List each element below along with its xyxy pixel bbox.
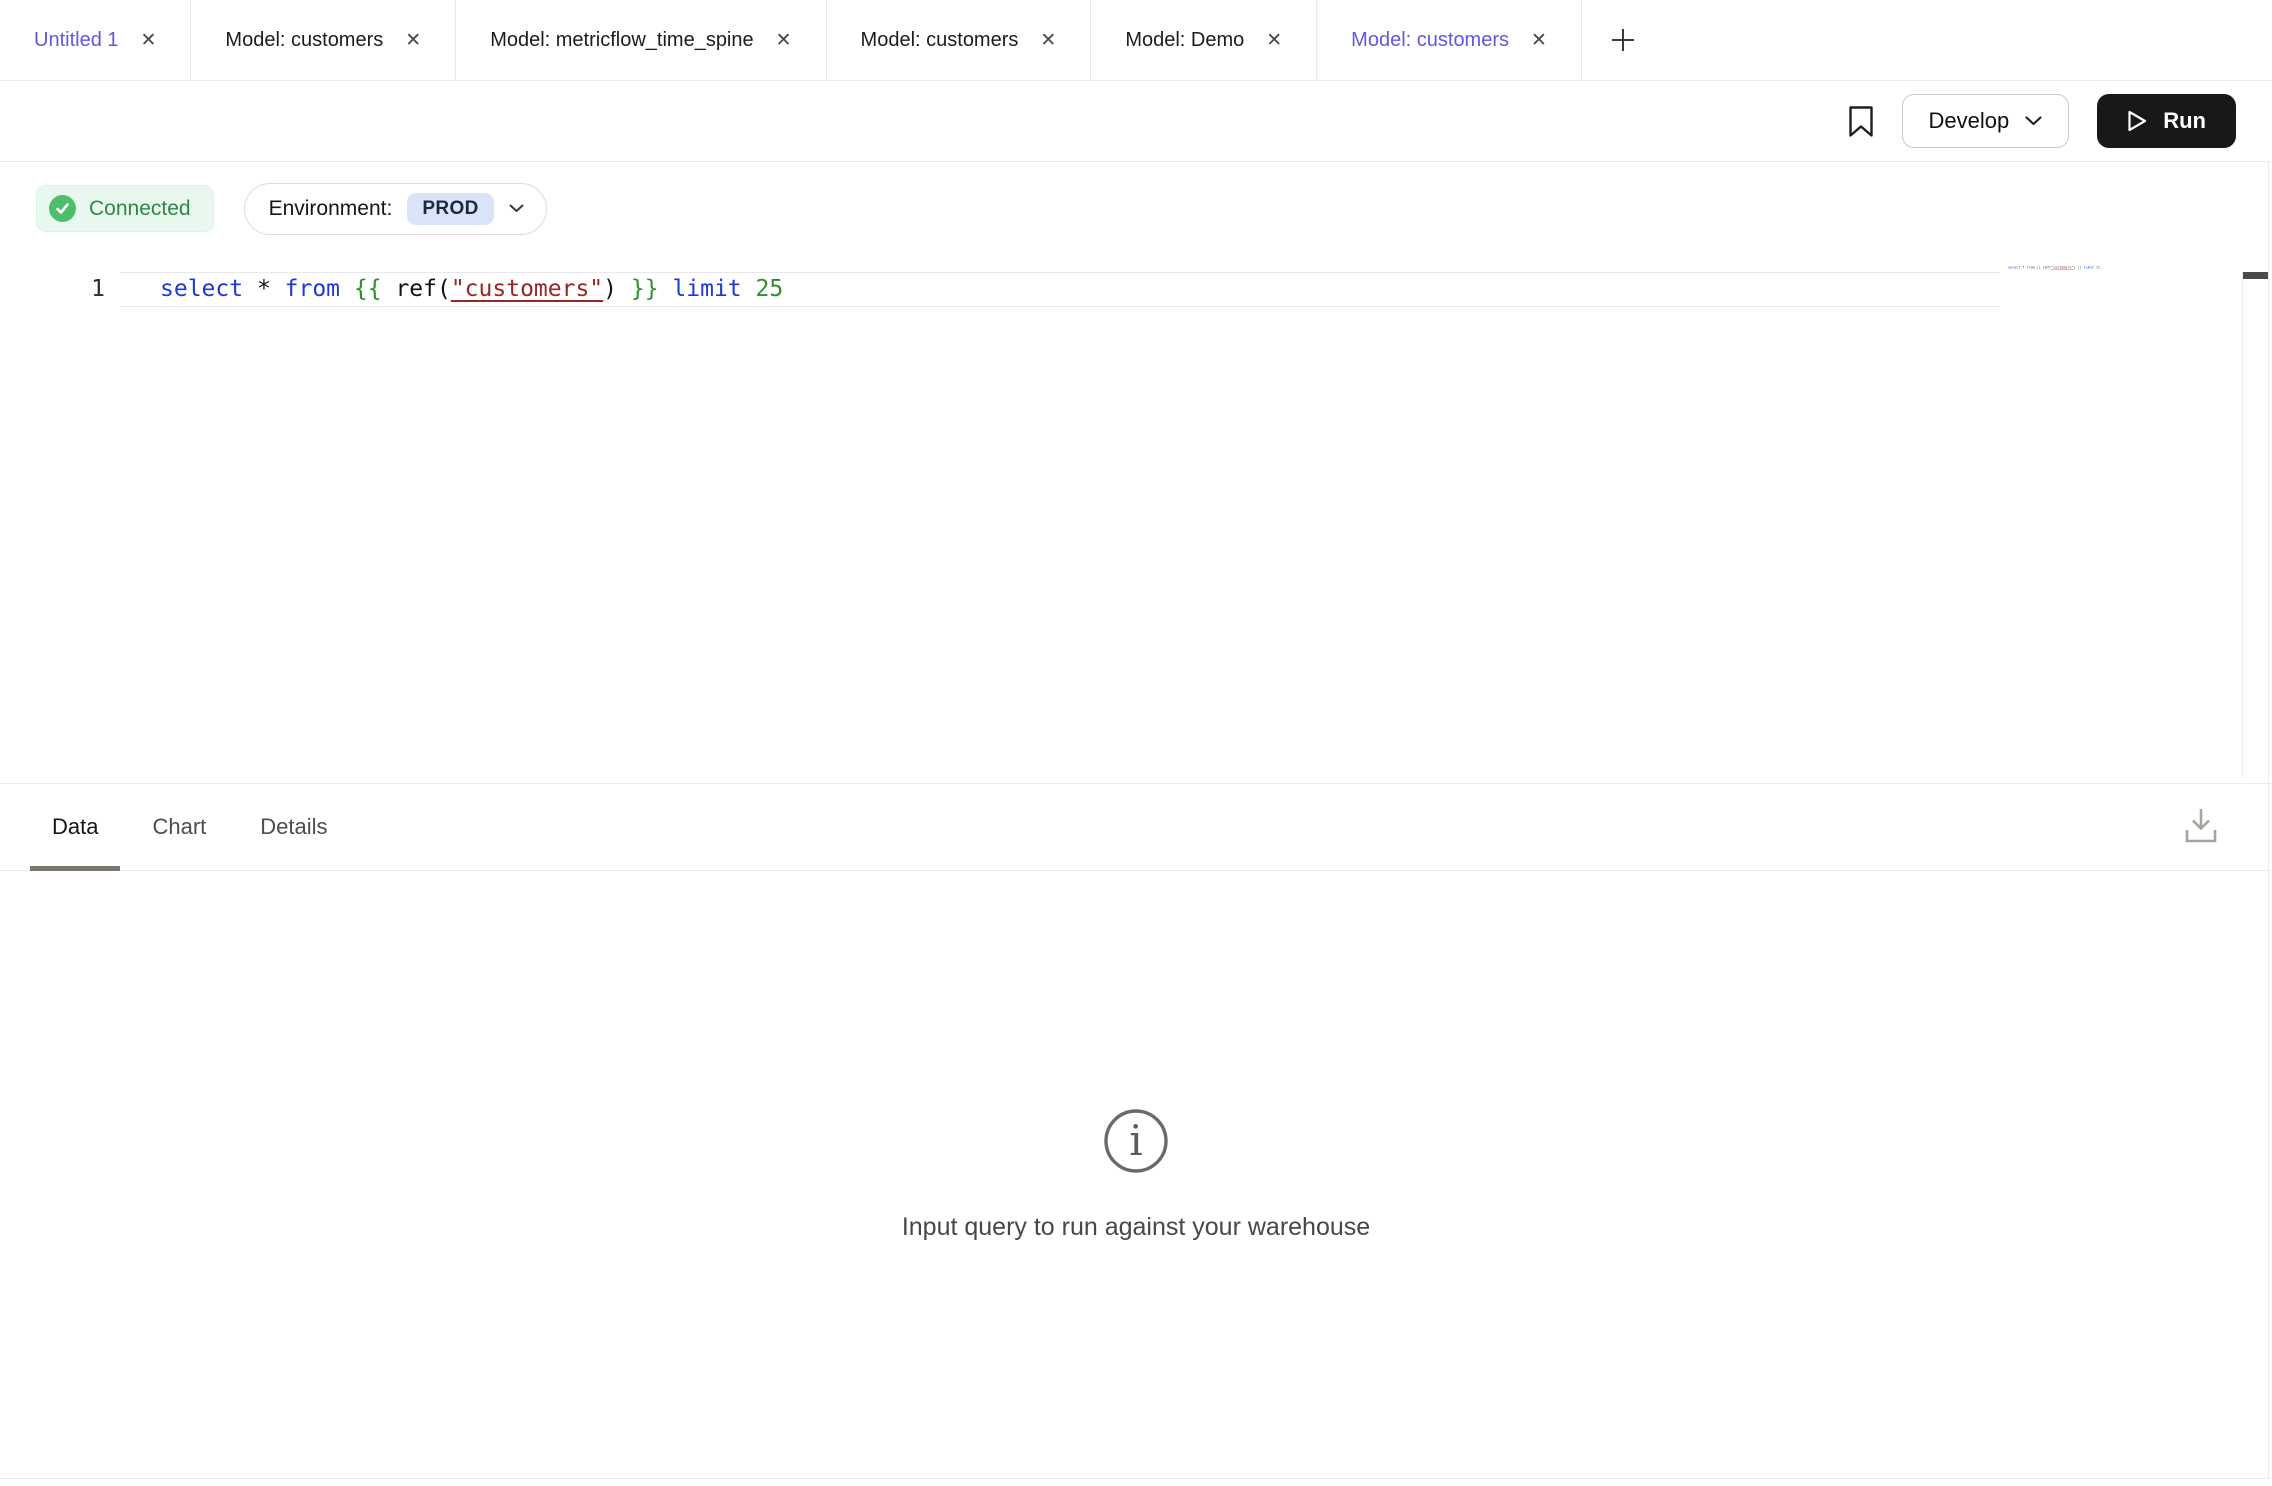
tab-data[interactable]: Data xyxy=(30,784,120,870)
run-label: Run xyxy=(2163,108,2206,134)
chevron-down-icon xyxy=(2025,116,2042,126)
connected-label: Connected xyxy=(89,197,191,221)
close-icon[interactable]: ✕ xyxy=(776,29,792,51)
code-text[interactable]: select * from {{ ref("customers") }} lim… xyxy=(120,272,2000,307)
close-icon[interactable]: ✕ xyxy=(141,29,157,51)
connected-status-badge: Connected xyxy=(36,185,214,232)
play-icon xyxy=(2127,110,2148,132)
connection-status-bar: Connected Environment: PROD xyxy=(0,162,2272,255)
tab-model-customers-3[interactable]: Model: customers ✕ xyxy=(1317,0,1582,80)
tab-model-customers-1[interactable]: Model: customers ✕ xyxy=(191,0,456,80)
code-line-1[interactable]: 1 select * from {{ ref("customers") }} l… xyxy=(0,272,2000,307)
tab-label: Model: customers xyxy=(861,29,1019,52)
download-results-button[interactable] xyxy=(2182,784,2220,870)
code-token: {{ xyxy=(354,276,396,304)
run-button[interactable]: Run xyxy=(2097,94,2236,148)
tab-model-customers-2[interactable]: Model: customers ✕ xyxy=(827,0,1092,80)
code-token: }} xyxy=(631,276,673,304)
tab-chart[interactable]: Chart xyxy=(130,784,228,870)
close-icon[interactable]: ✕ xyxy=(1266,29,1282,51)
editor-scrollbar-thumb[interactable] xyxy=(2243,272,2268,279)
info-icon: i xyxy=(1102,1107,1170,1175)
environment-selector[interactable]: Environment: PROD xyxy=(244,183,547,235)
tab-data-label: Data xyxy=(52,814,98,840)
tab-chart-label: Chart xyxy=(152,814,206,840)
tab-details[interactable]: Details xyxy=(238,784,349,870)
code-token: from xyxy=(285,276,354,304)
tab-label: Model: Demo xyxy=(1125,29,1244,52)
code-token: select xyxy=(160,276,257,304)
line-number: 1 xyxy=(0,272,120,307)
code-token: ref( xyxy=(395,276,450,304)
tab-label: Untitled 1 xyxy=(34,29,119,52)
download-icon xyxy=(2182,805,2220,849)
editor-tab-bar: Untitled 1 ✕ Model: customers ✕ Model: m… xyxy=(0,0,2272,81)
ide-window: Untitled 1 ✕ Model: customers ✕ Model: m… xyxy=(0,0,2272,1486)
plus-icon xyxy=(1610,27,1636,53)
bookmark-button[interactable] xyxy=(1848,105,1874,138)
results-panel-tab-bar: Data Chart Details xyxy=(0,783,2272,871)
bottom-strip xyxy=(0,1479,2272,1486)
code-token: ) xyxy=(603,276,631,304)
sql-editor[interactable]: 1 select * from {{ ref("customers") }} l… xyxy=(0,255,2272,783)
code-token: * xyxy=(257,276,285,304)
tab-untitled-1[interactable]: Untitled 1 ✕ xyxy=(0,0,191,80)
check-circle-icon xyxy=(49,195,76,222)
editor-scrollbar-track[interactable] xyxy=(2242,272,2268,777)
close-icon[interactable]: ✕ xyxy=(405,29,421,51)
results-empty-state: i Input query to run against your wareho… xyxy=(0,871,2272,1479)
environment-label: Environment: xyxy=(269,197,393,221)
close-icon[interactable]: ✕ xyxy=(1040,29,1056,51)
chevron-down-icon xyxy=(509,204,524,213)
tab-label: Model: customers xyxy=(1351,29,1509,52)
close-icon[interactable]: ✕ xyxy=(1531,29,1547,51)
develop-dropdown-button[interactable]: Develop xyxy=(1902,94,2070,148)
empty-state-message: Input query to run against your warehous… xyxy=(902,1213,1370,1242)
new-tab-button[interactable] xyxy=(1582,0,1664,80)
editor-toolbar: Develop Run xyxy=(0,81,2272,162)
code-token-ref-link[interactable]: "customers" xyxy=(451,276,603,304)
code-token: 25 xyxy=(756,276,784,304)
bookmark-icon xyxy=(1848,105,1874,138)
tab-model-metricflow-time-spine[interactable]: Model: metricflow_time_spine ✕ xyxy=(456,0,826,80)
environment-value-badge: PROD xyxy=(407,193,494,225)
code-token: limit xyxy=(672,276,755,304)
tab-model-demo[interactable]: Model: Demo ✕ xyxy=(1091,0,1317,80)
tab-details-label: Details xyxy=(260,814,327,840)
tab-label: Model: metricflow_time_spine xyxy=(490,29,753,52)
editor-minimap: select * from {{ ref("customers") }} lim… xyxy=(2008,266,2100,269)
develop-label: Develop xyxy=(1929,108,2010,134)
svg-text:i: i xyxy=(1129,1116,1142,1165)
pane-right-edge xyxy=(2268,162,2269,1479)
tab-label: Model: customers xyxy=(225,29,383,52)
